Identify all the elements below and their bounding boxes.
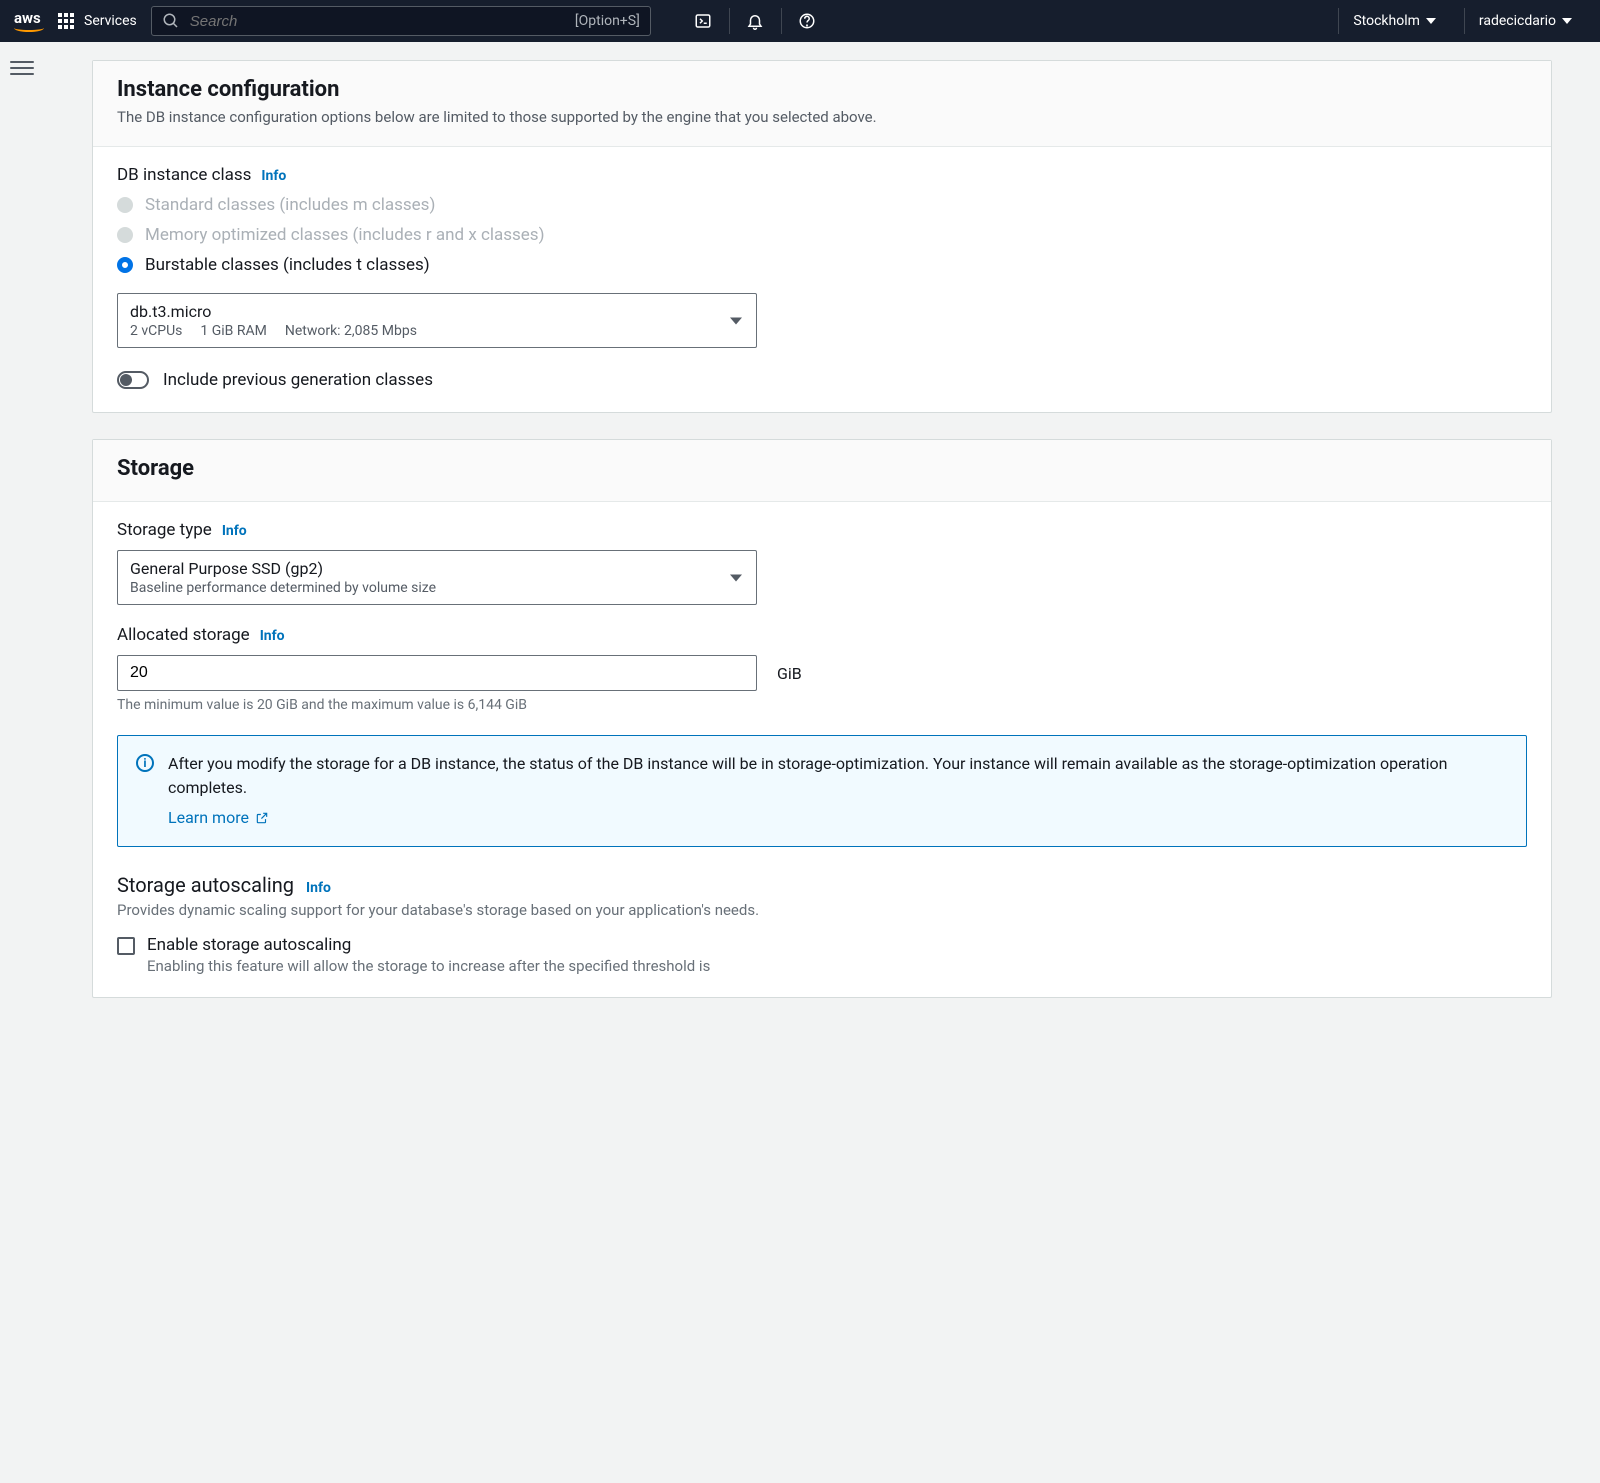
allocated-storage-hint: The minimum value is 20 GiB and the maxi… [117, 697, 1527, 713]
storage-type-label: Storage type [117, 520, 212, 540]
storage-panel: Storage Storage type Info General Purpos… [92, 439, 1552, 998]
top-nav: aws Services [Option+S] Stockholm radeci… [0, 0, 1600, 42]
notifications-button[interactable] [729, 8, 781, 34]
radio-label: Memory optimized classes (includes r and… [145, 225, 545, 245]
allocated-storage-label: Allocated storage [117, 625, 250, 645]
storage-unit: GiB [777, 664, 802, 683]
bell-icon [746, 12, 764, 30]
instance-config-title: Instance configuration [117, 77, 1527, 102]
instance-config-panel: Instance configuration The DB instance c… [92, 60, 1552, 413]
storage-type-dropdown[interactable]: General Purpose SSD (gp2) Baseline perfo… [117, 550, 757, 605]
search-box[interactable]: [Option+S] [151, 6, 651, 36]
autoscaling-desc: Provides dynamic scaling support for you… [117, 901, 1527, 919]
db-class-label: DB instance class [117, 165, 251, 185]
cloudshell-icon [694, 12, 712, 30]
info-box-text: After you modify the storage for a DB in… [168, 754, 1448, 797]
search-kbd-hint: [Option+S] [575, 13, 640, 29]
radio-label: Burstable classes (includes t classes) [145, 255, 430, 275]
region-selector[interactable]: Stockholm [1338, 8, 1450, 34]
user-label: radecicdario [1479, 13, 1556, 29]
user-menu[interactable]: radecicdario [1464, 8, 1586, 34]
storage-title: Storage [117, 456, 1527, 481]
autoscaling-checkbox-label: Enable storage autoscaling [147, 935, 710, 955]
main-content: Instance configuration The DB instance c… [44, 42, 1600, 998]
autoscaling-info-link[interactable]: Info [306, 880, 331, 896]
help-icon [798, 12, 816, 30]
storage-type-info-link[interactable]: Info [222, 523, 247, 539]
learn-more-link[interactable]: Learn more [168, 806, 269, 830]
instance-config-desc: The DB instance configuration options be… [117, 108, 1527, 126]
allocated-storage-input[interactable] [117, 655, 757, 691]
autoscaling-title: Storage autoscaling [117, 873, 294, 897]
radio-icon [117, 227, 133, 243]
radio-label: Standard classes (includes m classes) [145, 195, 435, 215]
instance-network: Network: 2,085 Mbps [285, 323, 417, 339]
db-class-radio-group: Standard classes (includes m classes) Me… [117, 195, 1527, 275]
previous-gen-label: Include previous generation classes [163, 370, 433, 390]
storage-type-desc: Baseline performance determined by volum… [130, 580, 436, 596]
radio-memory-classes[interactable]: Memory optimized classes (includes r and… [117, 225, 1527, 245]
sidebar-toggle[interactable] [10, 56, 34, 80]
toggle-thumb-icon [120, 374, 132, 386]
learn-more-text: Learn more [168, 806, 249, 830]
storage-autoscaling-section: Storage autoscaling Info Provides dynami… [117, 873, 1527, 975]
services-label: Services [84, 13, 137, 29]
info-icon: i [136, 754, 154, 772]
instance-vcpus: 2 vCPUs [130, 323, 182, 339]
region-label: Stockholm [1353, 13, 1420, 29]
autoscaling-checkbox-desc: Enabling this feature will allow the sto… [147, 957, 710, 975]
previous-gen-toggle[interactable] [117, 371, 149, 389]
storage-info-box: i After you modify the storage for a DB … [117, 735, 1527, 847]
cloudshell-button[interactable] [677, 8, 729, 34]
instance-config-header: Instance configuration The DB instance c… [93, 61, 1551, 147]
instance-type-name: db.t3.micro [130, 302, 716, 321]
services-grid-icon [58, 13, 74, 29]
storage-type-name: General Purpose SSD (gp2) [130, 559, 716, 578]
chevron-down-icon [730, 317, 742, 324]
radio-burstable-classes[interactable]: Burstable classes (includes t classes) [117, 255, 1527, 275]
allocated-storage-info-link[interactable]: Info [260, 628, 285, 644]
chevron-down-icon [730, 574, 742, 581]
radio-icon [117, 257, 133, 273]
radio-standard-classes[interactable]: Standard classes (includes m classes) [117, 195, 1527, 215]
storage-header: Storage [93, 440, 1551, 502]
aws-logo[interactable]: aws [14, 11, 44, 32]
services-menu[interactable]: Services [58, 13, 137, 29]
caret-down-icon [1562, 18, 1572, 24]
enable-autoscaling-checkbox[interactable] [117, 937, 135, 955]
caret-down-icon [1426, 18, 1436, 24]
instance-type-dropdown[interactable]: db.t3.micro 2 vCPUs 1 GiB RAM Network: 2… [117, 293, 757, 348]
help-button[interactable] [781, 8, 833, 34]
search-input[interactable] [190, 13, 565, 30]
search-icon [162, 12, 180, 30]
radio-icon [117, 197, 133, 213]
nav-icons [677, 8, 833, 34]
aws-swoosh-icon [14, 24, 44, 32]
instance-ram: 1 GiB RAM [200, 323, 266, 339]
db-class-info-link[interactable]: Info [261, 168, 286, 184]
external-link-icon [255, 811, 269, 825]
